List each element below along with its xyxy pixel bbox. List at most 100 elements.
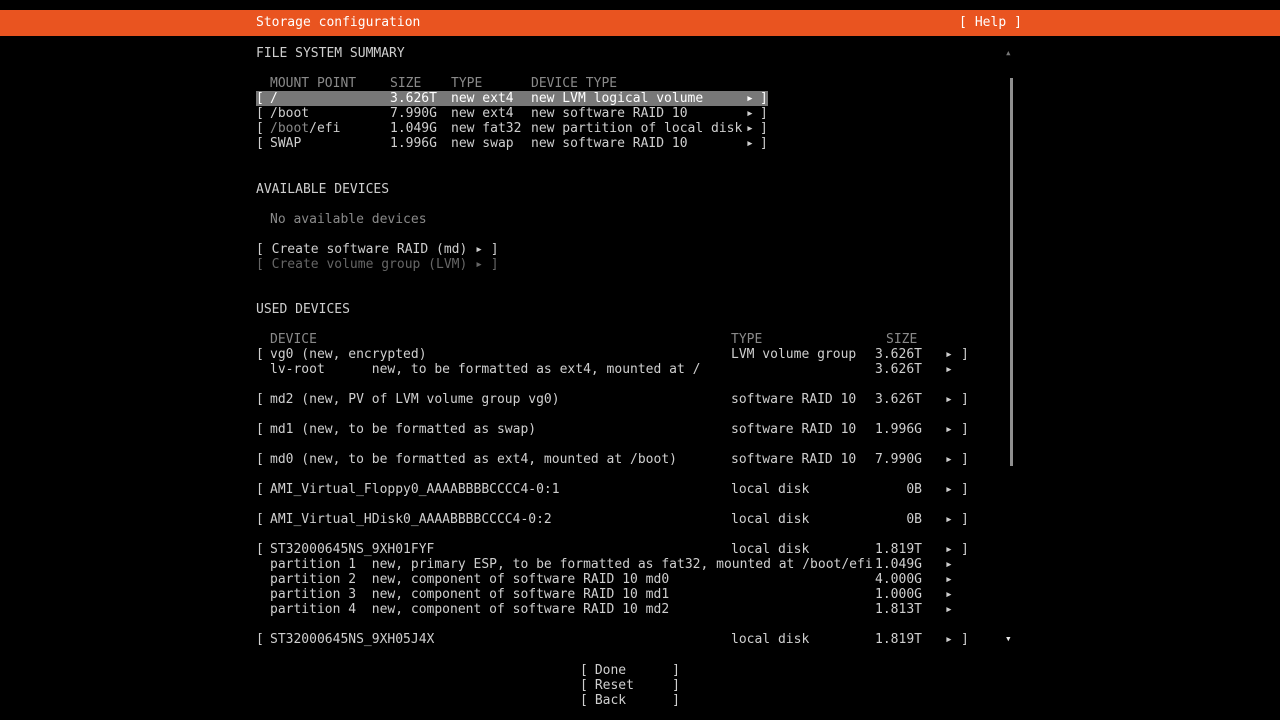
bracket: [	[580, 678, 588, 693]
used-device-subrow-lv-root[interactable]: lv-root new, to be formatted as ext4, mo…	[256, 362, 976, 377]
done-button[interactable]: [ Done ]	[580, 663, 680, 678]
col-header-size: SIZE	[390, 76, 421, 91]
fs-row-boot-efi[interactable]: [ /boot/efi 1.049G new fat32 new partiti…	[256, 121, 768, 136]
scrollbar-thumb[interactable]	[1010, 78, 1013, 466]
bracket: ]	[760, 91, 768, 106]
fs-type: new ext4	[451, 106, 514, 121]
bracket: [	[580, 663, 588, 678]
fs-type: new swap	[451, 136, 514, 151]
device-size: 1.813T	[846, 602, 922, 617]
bracket: [	[256, 482, 264, 497]
device-size: 1.000G	[846, 587, 922, 602]
bracket: ]	[961, 452, 969, 467]
device-size: 3.626T	[846, 362, 922, 377]
expand-arrow-icon: ▸	[746, 91, 754, 106]
scroll-up-icon[interactable]: ▴	[1005, 46, 1012, 59]
device-type: software RAID 10	[731, 422, 856, 437]
device-size: 1.819T	[846, 632, 922, 647]
bracket: ]	[961, 512, 969, 527]
bracket: [	[256, 392, 264, 407]
device-size: 7.990G	[846, 452, 922, 467]
scroll-down-icon[interactable]: ▾	[1005, 632, 1012, 645]
device-type: LVM volume group	[731, 347, 856, 362]
expand-arrow-icon: ▸	[945, 587, 953, 602]
device-size: 0B	[846, 512, 922, 527]
col-header-mount-point: MOUNT POINT	[270, 76, 356, 91]
used-device-row-disk1[interactable]: [ ST32000645NS_9XH01FYF local disk 1.819…	[256, 542, 976, 557]
device-name: md2 (new, PV of LVM volume group vg0)	[270, 392, 560, 407]
bracket: ]	[672, 678, 680, 693]
expand-arrow-icon: ▸	[945, 422, 953, 437]
bracket: [	[256, 452, 264, 467]
device-type: new software RAID 10	[531, 106, 688, 121]
expand-arrow-icon: ▸	[746, 106, 754, 121]
used-device-row-virtual-floppy[interactable]: [ AMI_Virtual_Floppy0_AAAABBBBCCCC4-0:1 …	[256, 482, 976, 497]
no-available-devices-message: No available devices	[270, 212, 427, 227]
used-device-subrow-partition-2[interactable]: partition 2 new, component of software R…	[256, 572, 976, 587]
bracket: ]	[672, 693, 680, 708]
used-devices-column-headers: DEVICE TYPE SIZE	[256, 332, 976, 347]
device-size: 4.000G	[846, 572, 922, 587]
device-type: local disk	[731, 482, 809, 497]
device-name: vg0 (new, encrypted)	[270, 347, 427, 362]
expand-arrow-icon: ▸	[945, 632, 953, 647]
expand-arrow-icon: ▸	[945, 542, 953, 557]
mount-point-prefix: /boot	[270, 121, 309, 136]
create-software-raid-button[interactable]: [ Create software RAID (md) ▸ ]	[256, 242, 499, 257]
subrow-text: partition 2 new, component of software R…	[270, 572, 669, 587]
used-device-subrow-partition-1[interactable]: partition 1 new, primary ESP, to be form…	[256, 557, 976, 572]
bracket: [	[256, 121, 264, 136]
fs-summary-column-headers: MOUNT POINT SIZE TYPE DEVICE TYPE	[256, 76, 768, 91]
fs-row-root[interactable]: [ / 3.626T new ext4 new LVM logical volu…	[256, 91, 768, 106]
fs-row-swap[interactable]: [ SWAP 1.996G new swap new software RAID…	[256, 136, 768, 151]
reset-button-label: Reset	[595, 678, 672, 693]
device-type: new LVM logical volume	[531, 91, 703, 106]
fs-summary-heading: FILE SYSTEM SUMMARY	[256, 46, 405, 61]
expand-arrow-icon: ▸	[945, 452, 953, 467]
fs-row-boot[interactable]: [ /boot 7.990G new ext4 new software RAI…	[256, 106, 768, 121]
expand-arrow-icon: ▸	[746, 121, 754, 136]
bracket: [	[580, 693, 588, 708]
bracket: ]	[961, 347, 969, 362]
done-button-label: Done	[595, 663, 672, 678]
used-device-row-md0[interactable]: [ md0 (new, to be formatted as ext4, mou…	[256, 452, 976, 467]
col-header-device-type: DEVICE TYPE	[531, 76, 617, 91]
used-device-row-disk2[interactable]: [ ST32000645NS_9XH05J4X local disk 1.819…	[256, 632, 976, 647]
back-button[interactable]: [ Back ]	[580, 693, 680, 708]
used-device-subrow-partition-4[interactable]: partition 4 new, component of software R…	[256, 602, 976, 617]
bracket: ]	[961, 542, 969, 557]
bracket: [	[256, 632, 264, 647]
device-name: md0 (new, to be formatted as ext4, mount…	[270, 452, 677, 467]
device-size: 1.049G	[846, 557, 922, 572]
bracket: [	[256, 136, 264, 151]
back-button-label: Back	[595, 693, 672, 708]
expand-arrow-icon: ▸	[945, 602, 953, 617]
expand-arrow-icon: ▸	[945, 362, 953, 377]
bracket: ]	[760, 106, 768, 121]
bracket: ]	[961, 422, 969, 437]
bracket: [	[256, 106, 264, 121]
mount-point: /boot/efi	[270, 121, 340, 136]
device-name: ST32000645NS_9XH05J4X	[270, 632, 434, 647]
expand-arrow-icon: ▸	[945, 347, 953, 362]
device-size: 1.819T	[846, 542, 922, 557]
expand-arrow-icon: ▸	[945, 572, 953, 587]
subrow-text: partition 4 new, component of software R…	[270, 602, 669, 617]
fs-type: new fat32	[451, 121, 521, 136]
expand-arrow-icon: ▸	[945, 392, 953, 407]
used-device-row-md1[interactable]: [ md1 (new, to be formatted as swap) sof…	[256, 422, 976, 437]
bracket: ]	[760, 136, 768, 151]
expand-arrow-icon: ▸	[945, 557, 953, 572]
used-device-subrow-partition-3[interactable]: partition 3 new, component of software R…	[256, 587, 976, 602]
size: 1.996G	[390, 136, 437, 151]
expand-arrow-icon: ▸	[945, 512, 953, 527]
bracket: [	[256, 347, 264, 362]
bracket: ]	[961, 392, 969, 407]
reset-button[interactable]: [ Reset ]	[580, 678, 680, 693]
size: 1.049G	[390, 121, 437, 136]
bracket: [	[256, 91, 264, 106]
subrow-text: lv-root new, to be formatted as ext4, mo…	[270, 362, 700, 377]
used-device-row-md2[interactable]: [ md2 (new, PV of LVM volume group vg0) …	[256, 392, 976, 407]
used-device-row-virtual-hdisk[interactable]: [ AMI_Virtual_HDisk0_AAAABBBBCCCC4-0:2 l…	[256, 512, 976, 527]
used-device-row-vg0[interactable]: [ vg0 (new, encrypted) LVM volume group …	[256, 347, 976, 362]
